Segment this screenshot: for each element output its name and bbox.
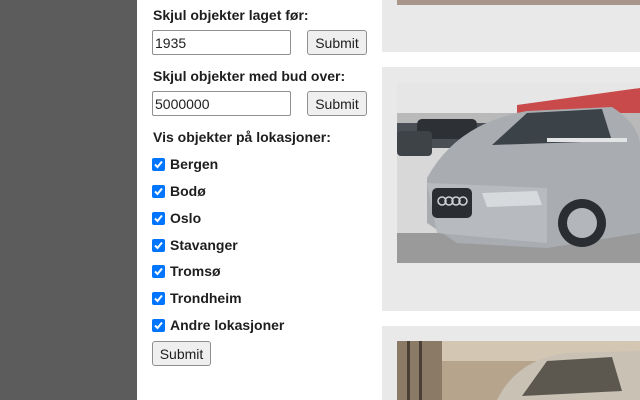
- hide-before-input[interactable]: [152, 30, 291, 55]
- hide-before-submit-button[interactable]: Submit: [307, 30, 367, 55]
- location-label: Bergen: [170, 156, 219, 172]
- checkbox[interactable]: [152, 318, 165, 332]
- listing-photo[interactable]: [397, 0, 640, 5]
- checkbox[interactable]: [152, 157, 165, 171]
- location-label: Trondheim: [170, 290, 242, 306]
- location-label: Oslo: [170, 210, 202, 226]
- location-label: Tromsø: [170, 263, 221, 279]
- locations-submit-button[interactable]: Submit: [152, 341, 211, 366]
- left-gutter: [0, 0, 137, 400]
- hide-bid-over-label: Skjul objekter med bud over:: [153, 68, 346, 84]
- checkbox[interactable]: [152, 238, 165, 252]
- location-checkbox-row[interactable]: Trondheim: [152, 289, 242, 307]
- location-checkbox-row[interactable]: Bodø: [152, 182, 206, 200]
- location-checkbox-row[interactable]: Andre lokasjoner: [152, 316, 284, 334]
- location-checkbox-row[interactable]: Stavanger: [152, 236, 238, 254]
- locations-label: Vis objekter på lokasjoner:: [153, 129, 331, 145]
- hide-before-label: Skjul objekter laget før:: [153, 7, 309, 23]
- location-label: Bodø: [170, 183, 206, 199]
- listing-area: [382, 0, 640, 400]
- checkbox[interactable]: [152, 291, 165, 305]
- checkbox[interactable]: [152, 264, 165, 278]
- location-label: Stavanger: [170, 237, 238, 253]
- checkbox[interactable]: [152, 184, 165, 198]
- hide-bid-over-submit-button[interactable]: Submit: [307, 91, 367, 116]
- hide-bid-over-input[interactable]: [152, 91, 291, 116]
- listing-photo-car[interactable]: [397, 341, 640, 400]
- checkbox[interactable]: [152, 211, 165, 225]
- location-checkbox-row[interactable]: Bergen: [152, 155, 218, 173]
- location-checkbox-row[interactable]: Oslo: [152, 209, 201, 227]
- listing-photo-car[interactable]: [397, 83, 640, 263]
- filter-panel: Skjul objekter laget før: Submit Skjul o…: [137, 0, 382, 400]
- location-label: Andre lokasjoner: [170, 317, 285, 333]
- location-checkbox-row[interactable]: Tromsø: [152, 262, 221, 280]
- listing-card: [382, 0, 640, 52]
